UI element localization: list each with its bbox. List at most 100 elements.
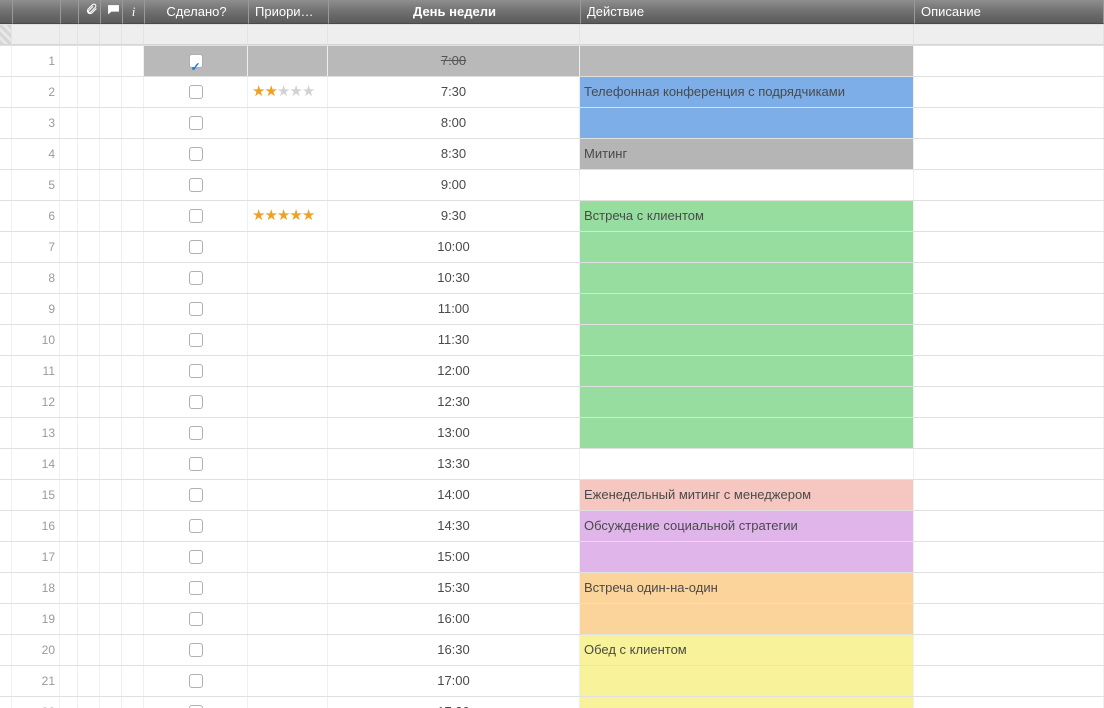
row-attach[interactable] <box>78 294 100 324</box>
cell-done[interactable] <box>144 170 248 200</box>
done-checkbox[interactable] <box>189 612 203 626</box>
cell-priority[interactable] <box>248 108 328 138</box>
row-blank[interactable] <box>60 573 78 603</box>
table-row[interactable]: 1815:30Встреча один-на-один <box>0 573 1104 604</box>
table-row[interactable]: 2217:30 <box>0 697 1104 708</box>
row-blank[interactable] <box>60 697 78 708</box>
row-attach[interactable] <box>78 542 100 572</box>
row-attach[interactable] <box>78 449 100 479</box>
header-done[interactable]: Сделано? <box>145 0 249 24</box>
cell-description[interactable] <box>914 294 1104 324</box>
cell-action[interactable]: Встреча с клиентом <box>580 201 914 231</box>
cell-action[interactable] <box>580 325 914 355</box>
cell-day[interactable]: 13:30 <box>328 449 580 479</box>
table-row[interactable]: 6★★★★★9:30Встреча с клиентом <box>0 201 1104 232</box>
cell-description[interactable] <box>914 511 1104 541</box>
cell-action[interactable]: Обед с клиентом <box>580 635 914 665</box>
cell-day[interactable]: 12:30 <box>328 387 580 417</box>
done-checkbox[interactable] <box>189 550 203 564</box>
table-row[interactable]: 1916:00 <box>0 604 1104 635</box>
cell-done[interactable] <box>144 46 248 76</box>
cell-action[interactable] <box>580 108 914 138</box>
cell-done[interactable] <box>144 635 248 665</box>
cell-priority[interactable] <box>248 170 328 200</box>
row-info[interactable] <box>122 511 144 541</box>
row-blank[interactable] <box>60 201 78 231</box>
cell-done[interactable] <box>144 108 248 138</box>
row-comment[interactable] <box>100 356 122 386</box>
cell-day[interactable]: 16:30 <box>328 635 580 665</box>
table-row[interactable]: 710:00 <box>0 232 1104 263</box>
row-attach[interactable] <box>78 635 100 665</box>
filter-blank[interactable] <box>60 25 78 45</box>
done-checkbox[interactable] <box>189 643 203 657</box>
row-info[interactable] <box>122 480 144 510</box>
row-info[interactable] <box>122 418 144 448</box>
table-row[interactable]: 1715:00 <box>0 542 1104 573</box>
row-attach[interactable] <box>78 77 100 107</box>
cell-action[interactable] <box>580 294 914 324</box>
cell-done[interactable] <box>144 263 248 293</box>
table-row[interactable]: 2★★★★★7:30Телефонная конференция с подря… <box>0 77 1104 108</box>
row-blank[interactable] <box>60 325 78 355</box>
cell-description[interactable] <box>914 139 1104 169</box>
row-comment[interactable] <box>100 77 122 107</box>
table-row[interactable]: 1011:30 <box>0 325 1104 356</box>
cell-done[interactable] <box>144 542 248 572</box>
header-blank[interactable] <box>61 0 79 24</box>
cell-day[interactable]: 12:00 <box>328 356 580 386</box>
row-comment[interactable] <box>100 480 122 510</box>
cell-action[interactable] <box>580 697 914 708</box>
filter-priority[interactable] <box>248 25 328 45</box>
done-checkbox[interactable] <box>189 54 203 68</box>
cell-priority[interactable] <box>248 542 328 572</box>
row-attach[interactable] <box>78 325 100 355</box>
priority-stars[interactable]: ★★★★★ <box>252 83 314 100</box>
cell-priority[interactable] <box>248 449 328 479</box>
cell-description[interactable] <box>914 263 1104 293</box>
row-comment[interactable] <box>100 46 122 76</box>
header-comments[interactable] <box>101 0 123 24</box>
row-blank[interactable] <box>60 449 78 479</box>
done-checkbox[interactable] <box>189 147 203 161</box>
row-info[interactable] <box>122 139 144 169</box>
done-checkbox[interactable] <box>189 519 203 533</box>
cell-description[interactable] <box>914 356 1104 386</box>
done-checkbox[interactable] <box>189 209 203 223</box>
done-checkbox[interactable] <box>189 364 203 378</box>
cell-description[interactable] <box>914 449 1104 479</box>
done-checkbox[interactable] <box>189 271 203 285</box>
cell-priority[interactable] <box>248 604 328 634</box>
row-comment[interactable] <box>100 418 122 448</box>
table-row[interactable]: 38:00 <box>0 108 1104 139</box>
row-info[interactable] <box>122 604 144 634</box>
cell-description[interactable] <box>914 542 1104 572</box>
table-row[interactable]: 2117:00 <box>0 666 1104 697</box>
cell-day[interactable]: 16:00 <box>328 604 580 634</box>
cell-action[interactable] <box>580 666 914 696</box>
row-blank[interactable] <box>60 604 78 634</box>
cell-action[interactable] <box>580 170 914 200</box>
cell-done[interactable] <box>144 139 248 169</box>
row-attach[interactable] <box>78 573 100 603</box>
row-attach[interactable] <box>78 108 100 138</box>
done-checkbox[interactable] <box>189 178 203 192</box>
row-attach[interactable] <box>78 604 100 634</box>
row-comment[interactable] <box>100 201 122 231</box>
row-attach[interactable] <box>78 356 100 386</box>
row-comment[interactable] <box>100 232 122 262</box>
done-checkbox[interactable] <box>189 488 203 502</box>
table-row[interactable]: 59:00 <box>0 170 1104 201</box>
cell-day[interactable]: 11:30 <box>328 325 580 355</box>
cell-priority[interactable] <box>248 418 328 448</box>
filter-attach[interactable] <box>78 25 100 45</box>
row-blank[interactable] <box>60 77 78 107</box>
row-blank[interactable] <box>60 139 78 169</box>
row-comment[interactable] <box>100 325 122 355</box>
cell-action[interactable] <box>580 542 914 572</box>
cell-day[interactable]: 15:00 <box>328 542 580 572</box>
done-checkbox[interactable] <box>189 116 203 130</box>
table-row[interactable]: 1212:30 <box>0 387 1104 418</box>
cell-description[interactable] <box>914 77 1104 107</box>
cell-priority[interactable] <box>248 232 328 262</box>
